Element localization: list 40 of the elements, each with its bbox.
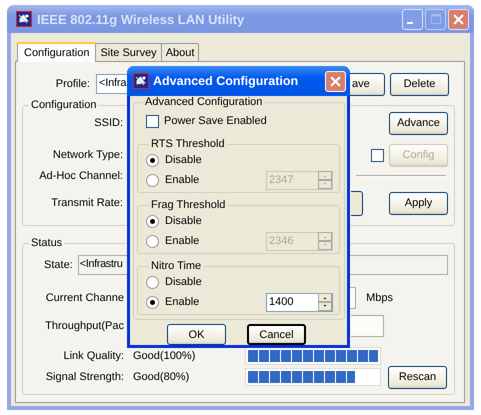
field-label: Throughput(Pac xyxy=(44,320,124,332)
field-label: Current Channe xyxy=(44,292,124,304)
rescan-button[interactable]: Rescan xyxy=(388,366,447,388)
radio-label: Enable xyxy=(165,296,200,308)
dialog-title: Advanced Configuration xyxy=(153,74,300,88)
group-title: Configuration xyxy=(30,99,98,111)
cancel-button[interactable]: Cancel xyxy=(247,324,306,345)
unit-label: Mbps xyxy=(366,292,393,304)
radio-label: Disable xyxy=(165,276,203,288)
group-title: Status xyxy=(30,237,64,249)
ok-button[interactable]: OK xyxy=(167,324,226,345)
number-spinner[interactable]: 1400 xyxy=(266,292,333,312)
profile-field[interactable]: <Infra xyxy=(96,74,130,94)
tab[interactable]: Site Survey xyxy=(95,43,162,61)
group-title: Frag Threshold xyxy=(150,199,226,211)
advance-button[interactable]: Advance xyxy=(389,112,448,134)
tab[interactable]: About xyxy=(160,43,200,61)
field-label: Link Quality: xyxy=(62,350,124,362)
field-value: Good(80%) xyxy=(133,371,190,383)
state-label: State: xyxy=(44,259,73,271)
field-label: Network Type: xyxy=(52,149,123,161)
radio-label: Enable xyxy=(165,235,200,247)
field-label: Signal Strength: xyxy=(44,371,124,383)
save-button[interactable]: ave xyxy=(350,72,385,96)
profile-label: Profile: xyxy=(54,78,90,90)
group-title: Advanced Configuration xyxy=(144,96,264,108)
apply-button[interactable]: Apply xyxy=(389,192,448,214)
radio-label: Enable xyxy=(165,174,200,186)
field-label: SSID: xyxy=(93,117,123,129)
checkbox-label: Power Save Enabled xyxy=(164,115,267,127)
delete-button[interactable]: Delete xyxy=(390,72,449,96)
radio-label: Disable xyxy=(165,215,203,227)
group-title: Nitro Time xyxy=(150,260,202,272)
field-label: Ad-Hoc Channel: xyxy=(38,170,123,182)
field-label: Transmit Rate: xyxy=(50,197,123,209)
group-title: RTS Threshold xyxy=(150,138,226,150)
tab[interactable]: Configuration xyxy=(17,42,96,62)
radio-label: Disable xyxy=(165,154,203,166)
field-value: Good(100%) xyxy=(133,350,196,362)
window-title: IEEE 802.11g Wireless LAN Utility xyxy=(37,12,246,26)
